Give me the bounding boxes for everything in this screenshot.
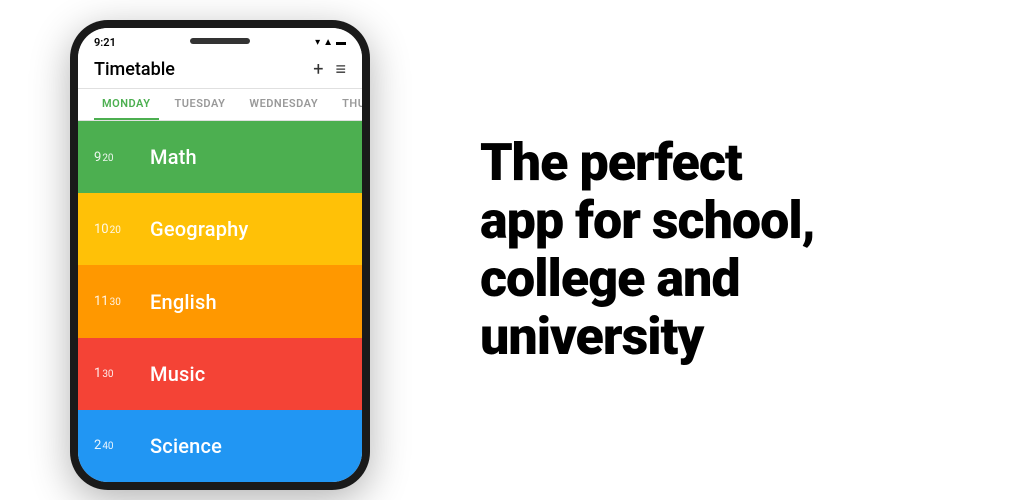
phone-speaker [190,38,250,44]
time-math: 9 20 [94,150,142,165]
schedule-item-science[interactable]: 2 40 Science [78,410,362,482]
min-math: 20 [102,153,113,164]
time-geography: 10 20 [94,222,142,237]
min-music: 30 [102,369,113,380]
tab-tuesday[interactable]: TUESDAY [167,89,234,120]
schedule-item-geography[interactable]: 10 20 Geography [78,193,362,265]
hour-geography: 10 [94,222,109,237]
min-english: 30 [110,297,121,308]
time-science: 2 40 [94,438,142,453]
tagline-section: The perfect app for school, college and … [440,94,1024,407]
tab-monday[interactable]: MONDAY [94,89,159,120]
schedule-item-english[interactable]: 11 30 English [78,265,362,337]
schedule-item-music[interactable]: 1 30 Music [78,338,362,410]
tagline-line1: The perfect [480,132,742,193]
schedule-item-math[interactable]: 9 20 Math [78,121,362,193]
hour-music: 1 [94,366,101,381]
subject-music: Music [150,362,205,386]
subject-english: English [150,290,217,314]
subject-math: Math [150,145,197,169]
tagline-text: The perfect app for school, college and … [480,134,815,367]
subject-science: Science [150,434,222,458]
time-music: 1 30 [94,366,142,381]
tab-thursday[interactable]: THURSDAY [334,89,362,120]
header-icons: + ≡ [313,59,346,80]
app-title: Timetable [94,59,175,80]
app-header: Timetable + ≡ [78,53,362,89]
phone-section: 9:21 ▾ ▲ ▬ Timetable + ≡ MONDAY TUESDAY [0,0,440,500]
tagline-line3: college and [480,248,740,309]
min-geography: 20 [110,225,121,236]
tab-wednesday[interactable]: WEDNESDAY [241,89,326,120]
phone-mockup: 9:21 ▾ ▲ ▬ Timetable + ≡ MONDAY TUESDAY [70,20,370,490]
hour-math: 9 [94,150,101,165]
time-english: 11 30 [94,294,142,309]
menu-button[interactable]: ≡ [335,59,346,80]
signal-icon: ▲ [323,37,333,48]
schedule-list: 9 20 Math 10 20 Geography 11 30 [78,121,362,482]
min-science: 40 [102,441,113,452]
battery-icon: ▬ [336,37,346,48]
add-button[interactable]: + [313,59,323,80]
wifi-icon: ▾ [315,37,320,48]
day-tabs: MONDAY TUESDAY WEDNESDAY THURSDAY [78,89,362,121]
subject-geography: Geography [150,217,248,241]
tagline-line2: app for school, [480,190,815,251]
hour-science: 2 [94,438,101,453]
phone-screen: 9:21 ▾ ▲ ▬ Timetable + ≡ MONDAY TUESDAY [78,28,362,482]
status-icons: ▾ ▲ ▬ [315,37,346,48]
status-time: 9:21 [94,36,116,49]
tagline-line4: university [480,306,703,367]
hour-english: 11 [94,294,109,309]
